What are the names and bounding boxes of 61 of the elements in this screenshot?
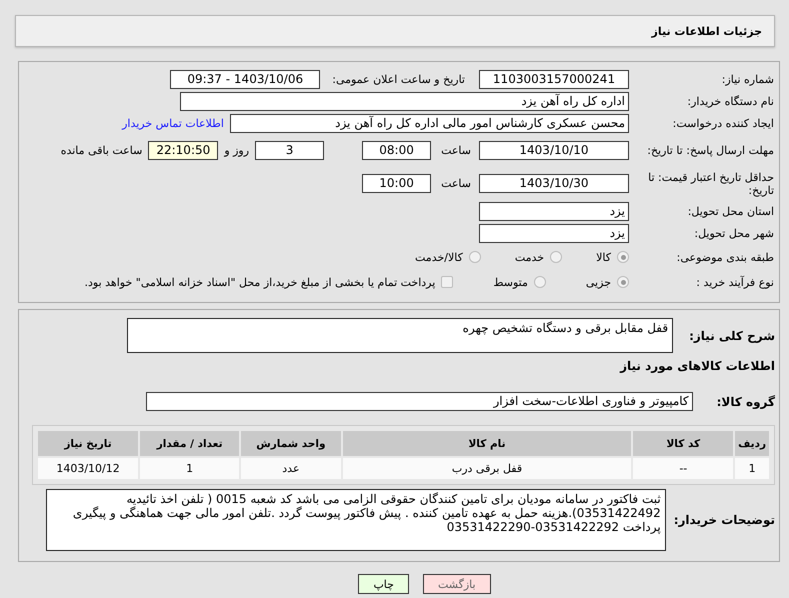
table-cell: 1 (734, 457, 770, 480)
table-cell: -- (632, 457, 734, 480)
back-button[interactable]: بازگشت (422, 574, 491, 594)
announce-date-field: 1403/10/06 - 09:37 (170, 70, 320, 88)
province-field: یزد (479, 202, 629, 220)
radio-label: کالا/خدمت (415, 250, 463, 264)
days-field: 3 (255, 141, 324, 160)
need-number-field: 1103003157000241 (479, 70, 629, 88)
field-label: حداقل تاریخ اعتبار قیمت: تا تاریخ: (647, 170, 774, 196)
requester-field: محسن عسکری کارشناس امور مالی اداره کل راه آهن یزد (230, 114, 629, 132)
radio-button[interactable] (617, 251, 629, 263)
table-cell: 1403/10/12 (37, 457, 140, 480)
time-label: ساعت (441, 177, 471, 190)
field-label: طبقه بندی موضوعی: (676, 250, 774, 264)
column-header: کد کالا (632, 430, 734, 457)
section-title: اطلاعات کالاهای مورد نیاز (620, 359, 775, 373)
goods-group-field: کامپیوتر و فناوری اطلاعات-سخت افزار (146, 392, 693, 411)
radio-label: خدمت (514, 250, 544, 264)
field-label: شرح کلی نیاز: (689, 328, 775, 342)
checkbox[interactable] (441, 276, 454, 288)
field-label: تاریخ و ساعت اعلان عمومی: (332, 72, 465, 86)
radio-label: کالا (596, 250, 611, 264)
remaining-time-field: 22:10:50 (148, 141, 218, 160)
column-header: واحد شمارش (240, 430, 342, 457)
column-header: تعداد / مقدار (139, 430, 240, 457)
city-field: یزد (479, 224, 629, 242)
field-label: نام دستگاه خریدار: (686, 94, 774, 108)
checkbox-label: پرداخت تمام یا بخشی از مبلغ خرید،از محل "اسناد خزانه اسلامی" خواهد بود. (84, 276, 436, 288)
field-label: شهر محل تحویل: (693, 226, 774, 240)
deadline-date-field: 1403/10/10 (479, 141, 629, 160)
radio-button[interactable] (550, 251, 562, 263)
buyer-name-field: اداره کل راه آهن یزد (180, 92, 629, 110)
radio-button[interactable] (534, 276, 546, 288)
field-label: نوع فرآیند خرید : (695, 276, 774, 288)
description-field: قفل مقابل برقی و دستگاه تشخیص چهره (127, 318, 674, 353)
remaining-label: ساعت باقی مانده (60, 144, 142, 157)
column-header: ردیف (734, 430, 770, 457)
field-label: استان محل تحویل: (686, 204, 774, 218)
validity-time-field: 10:00 (362, 174, 432, 193)
radio-button[interactable] (617, 276, 629, 288)
field-label: ایجاد کننده درخواست: (672, 116, 774, 130)
buyer-notes-field: ثبت فاکتور در سامانه مودیان برای تامین کنندگان حقوقی الزامی می باشد کد شعبه 0015 ( تلفن اخذ تائیدیه 03531422492).هزینه حمل به عهده تامین کننده . پیش فاکتور پیوست گردد .تلفن امور مالی جهت هماهنگی و پیگیری پرداخت 03531422292-03531422290 (46, 489, 666, 551)
radio-label: جزیی (586, 276, 611, 288)
days-label: روز و (224, 144, 250, 157)
column-header: تاریخ نیاز (37, 430, 140, 457)
page-title: جزئیات اطلاعات نیاز (652, 24, 762, 38)
deadline-time-field: 08:00 (362, 141, 432, 160)
radio-label: متوسط (493, 276, 528, 288)
field-label: شماره نیاز: (720, 72, 774, 86)
column-header: نام کالا (342, 430, 632, 457)
field-label: توضیحات خریدار: (674, 513, 775, 527)
field-label: گروه کالا: (716, 394, 775, 408)
validity-date-field: 1403/10/30 (479, 174, 629, 193)
table-cell: 1 (139, 457, 240, 480)
time-label: ساعت (441, 144, 471, 157)
table-cell: قفل برقی درب (342, 457, 632, 480)
radio-button[interactable] (468, 251, 481, 263)
field-label: مهلت ارسال پاسخ: تا تاریخ: (646, 144, 774, 157)
buyer-contact-link[interactable]: اطلاعات تماس خریدار (122, 116, 224, 130)
table-cell: عدد (240, 457, 342, 480)
print-button[interactable]: چاپ (358, 574, 409, 594)
